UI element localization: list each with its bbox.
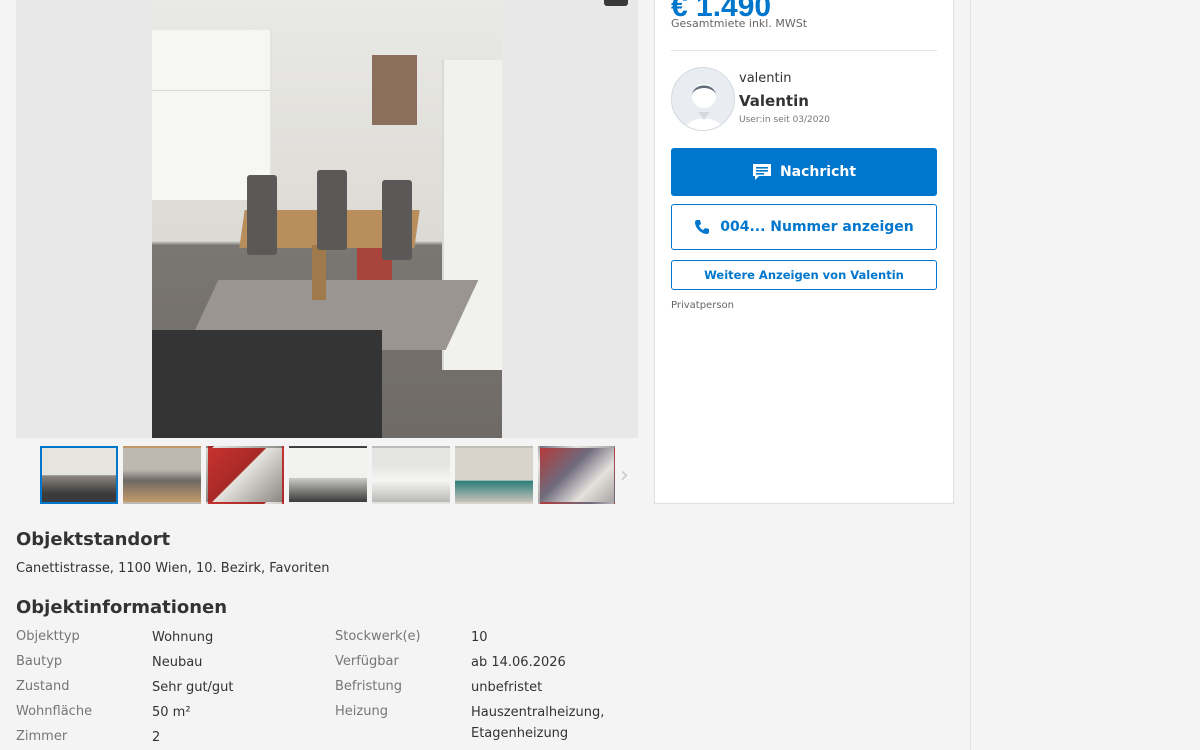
info-label: Zustand: [16, 679, 70, 694]
user-handle[interactable]: valentin: [739, 71, 791, 86]
info-label: Befristung: [335, 679, 403, 694]
photo-wall-art: [372, 55, 417, 125]
more-ads-label: Weitere Anzeigen von Valentin: [704, 268, 904, 282]
info-value: ab 14.06.2026: [471, 655, 566, 670]
info-value: unbefristet: [471, 680, 543, 695]
location-title: Objektstandort: [16, 529, 171, 550]
info-label: Objekttyp: [16, 629, 80, 644]
address: Canettistrasse, 1100 Wien, 10. Bezirk, F…: [16, 561, 330, 576]
thumbnail[interactable]: [289, 446, 367, 504]
more-ads-button[interactable]: Weitere Anzeigen von Valentin: [671, 260, 937, 290]
info-title: Objektinformationen: [16, 597, 228, 618]
message-button[interactable]: Nachricht: [671, 148, 937, 196]
info-value: Sehr gut/gut: [152, 680, 234, 695]
image-gallery[interactable]: [16, 0, 638, 438]
message-button-label: Nachricht: [779, 164, 857, 180]
chat-bubble-icon: [752, 164, 771, 180]
info-label: Verfügbar: [335, 654, 399, 669]
user-silhouette-icon: [684, 84, 724, 130]
info-label: Zimmer: [16, 729, 68, 744]
show-phone-button[interactable]: 004... Nummer anzeigen: [671, 204, 937, 250]
info-label: Heizung: [335, 704, 388, 719]
divider: [671, 50, 937, 51]
main-column: › € 1.490 Gesamtmiete inkl. MWSt valenti…: [0, 0, 970, 750]
thumbnail[interactable]: [206, 446, 284, 504]
photo-table-leg: [312, 245, 326, 300]
photo-chair: [382, 180, 412, 260]
show-phone-label: 004... Nummer anzeigen: [720, 219, 914, 235]
member-since: User:in seit 03/2020: [739, 115, 830, 125]
info-value: Neubau: [152, 655, 203, 670]
thumbnail[interactable]: [455, 446, 533, 504]
price-note: Gesamtmiete inkl. MWSt: [671, 17, 808, 30]
camera-icon[interactable]: [604, 0, 628, 6]
user-name: Valentin: [739, 92, 809, 110]
photo-chair: [247, 175, 277, 255]
seller-type: Privatperson: [671, 300, 734, 311]
chevron-right-icon[interactable]: ›: [620, 462, 634, 490]
right-sidebar: [970, 0, 1200, 750]
photo-chair: [317, 170, 347, 250]
avatar[interactable]: [671, 67, 735, 131]
thumbnail[interactable]: [40, 446, 118, 504]
info-value: Hauszentralheizung, Etagenheizung: [471, 705, 605, 741]
thumbnail-strip: [40, 446, 615, 504]
phone-icon: [695, 220, 710, 234]
info-value: 10: [471, 630, 488, 645]
thumbnail[interactable]: [538, 446, 615, 504]
info-value: Wohnung: [152, 630, 214, 645]
info-label: Bautyp: [16, 654, 63, 669]
thumbnail[interactable]: [372, 446, 450, 504]
photo-sofa: [152, 330, 382, 438]
thumbnail[interactable]: [123, 446, 201, 504]
info-label: Wohnfläche: [16, 704, 93, 719]
contact-box: € 1.490 Gesamtmiete inkl. MWSt valentin …: [654, 0, 954, 504]
info-value: 50 m²: [152, 705, 191, 720]
info-label: Stockwerk(e): [335, 629, 421, 644]
info-value: 2: [152, 730, 161, 745]
main-photo[interactable]: [152, 0, 502, 438]
